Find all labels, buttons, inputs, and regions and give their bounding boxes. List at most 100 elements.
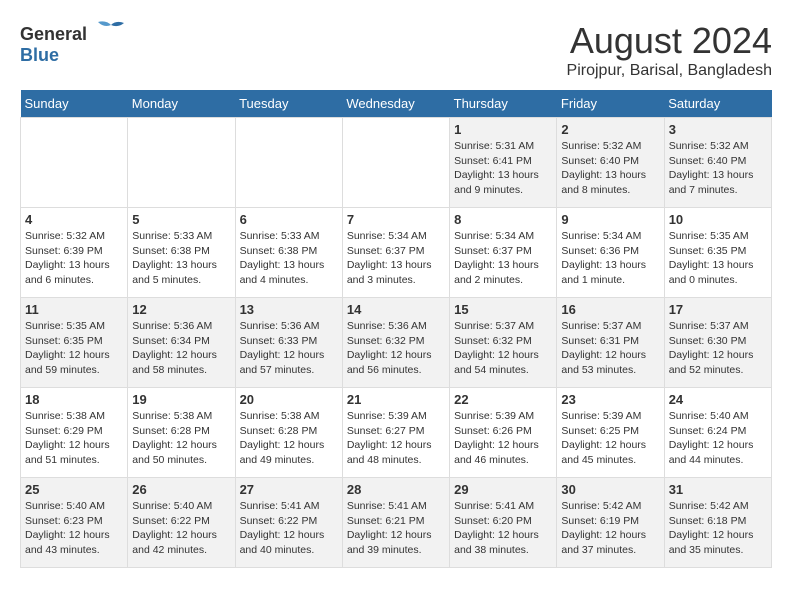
day-number: 4 <box>25 212 123 227</box>
calendar-header: SundayMondayTuesdayWednesdayThursdayFrid… <box>21 90 772 118</box>
day-number: 12 <box>132 302 230 317</box>
cell-content: Sunrise: 5:31 AM Sunset: 6:41 PM Dayligh… <box>454 139 552 198</box>
page-header: General Blue August 2024 Pirojpur, Baris… <box>20 20 772 80</box>
calendar-cell: 31Sunrise: 5:42 AM Sunset: 6:18 PM Dayli… <box>664 478 771 568</box>
cell-content: Sunrise: 5:42 AM Sunset: 6:19 PM Dayligh… <box>561 499 659 558</box>
calendar-cell: 9 Sunrise: 5:34 AM Sunset: 6:36 PM Daylig… <box>557 208 664 298</box>
header-wednesday: Wednesday <box>342 90 449 118</box>
cell-content: Sunrise: 5:37 AM Sunset: 6:31 PM Dayligh… <box>561 319 659 378</box>
day-number: 3 <box>669 122 767 137</box>
day-number: 28 <box>347 482 445 497</box>
logo-blue: Blue <box>20 45 59 65</box>
day-number: 8 <box>454 212 552 227</box>
calendar-table: SundayMondayTuesdayWednesdayThursdayFrid… <box>20 90 772 568</box>
cell-content: Sunrise: 5:41 AM Sunset: 6:20 PM Dayligh… <box>454 499 552 558</box>
header-monday: Monday <box>128 90 235 118</box>
calendar-cell: 20Sunrise: 5:38 AM Sunset: 6:28 PM Dayli… <box>235 388 342 478</box>
cell-content: Sunrise: 5:34 AM Sunset: 6:37 PM Dayligh… <box>454 229 552 288</box>
logo-text: General <box>20 20 126 45</box>
day-number: 1 <box>454 122 552 137</box>
day-number: 13 <box>240 302 338 317</box>
calendar-cell: 28 Sunrise: 5:41 AM Sunset: 6:21 PM Dayli… <box>342 478 449 568</box>
day-number: 11 <box>25 302 123 317</box>
calendar-cell: 8 Sunrise: 5:34 AM Sunset: 6:37 PM Daylig… <box>450 208 557 298</box>
cell-content: Sunrise: 5:38 AM Sunset: 6:29 PM Dayligh… <box>25 409 123 468</box>
calendar-cell: 21 Sunrise: 5:39 AM Sunset: 6:27 PM Dayli… <box>342 388 449 478</box>
header-saturday: Saturday <box>664 90 771 118</box>
cell-content: Sunrise: 5:32 AM Sunset: 6:40 PM Dayligh… <box>669 139 767 198</box>
day-number: 2 <box>561 122 659 137</box>
calendar-cell: 6 Sunrise: 5:33 AM Sunset: 6:38 PM Daylig… <box>235 208 342 298</box>
day-number: 10 <box>669 212 767 227</box>
calendar-cell: 23 Sunrise: 5:39 AM Sunset: 6:25 PM Dayli… <box>557 388 664 478</box>
cell-content: Sunrise: 5:42 AM Sunset: 6:18 PM Dayligh… <box>669 499 767 558</box>
cell-content: Sunrise: 5:37 AM Sunset: 6:30 PM Dayligh… <box>669 319 767 378</box>
calendar-cell: 10 Sunrise: 5:35 AM Sunset: 6:35 PM Dayli… <box>664 208 771 298</box>
cell-content: Sunrise: 5:35 AM Sunset: 6:35 PM Dayligh… <box>25 319 123 378</box>
cell-content: Sunrise: 5:36 AM Sunset: 6:34 PM Dayligh… <box>132 319 230 378</box>
day-number: 27 <box>240 482 338 497</box>
calendar-cell: 27 Sunrise: 5:41 AM Sunset: 6:22 PM Dayli… <box>235 478 342 568</box>
cell-content: Sunrise: 5:34 AM Sunset: 6:36 PM Dayligh… <box>561 229 659 288</box>
day-number: 14 <box>347 302 445 317</box>
calendar-cell: 30Sunrise: 5:42 AM Sunset: 6:19 PM Dayli… <box>557 478 664 568</box>
calendar-cell: 2Sunrise: 5:32 AM Sunset: 6:40 PM Daylig… <box>557 118 664 208</box>
day-number: 21 <box>347 392 445 407</box>
calendar-cell: 22 Sunrise: 5:39 AM Sunset: 6:26 PM Dayli… <box>450 388 557 478</box>
cell-content: Sunrise: 5:38 AM Sunset: 6:28 PM Dayligh… <box>132 409 230 468</box>
cell-content: Sunrise: 5:33 AM Sunset: 6:38 PM Dayligh… <box>132 229 230 288</box>
week-row-1: 4 Sunrise: 5:32 AM Sunset: 6:39 PM Daylig… <box>21 208 772 298</box>
calendar-cell: 12 Sunrise: 5:36 AM Sunset: 6:34 PM Dayli… <box>128 298 235 388</box>
logo-bird-icon <box>96 20 126 40</box>
cell-content: Sunrise: 5:41 AM Sunset: 6:22 PM Dayligh… <box>240 499 338 558</box>
calendar-cell: 29 Sunrise: 5:41 AM Sunset: 6:20 PM Dayli… <box>450 478 557 568</box>
cell-content: Sunrise: 5:40 AM Sunset: 6:23 PM Dayligh… <box>25 499 123 558</box>
calendar-cell: 25 Sunrise: 5:40 AM Sunset: 6:23 PM Dayli… <box>21 478 128 568</box>
day-number: 20 <box>240 392 338 407</box>
cell-content: Sunrise: 5:39 AM Sunset: 6:25 PM Dayligh… <box>561 409 659 468</box>
day-number: 26 <box>132 482 230 497</box>
header-row: SundayMondayTuesdayWednesdayThursdayFrid… <box>21 90 772 118</box>
cell-content: Sunrise: 5:37 AM Sunset: 6:32 PM Dayligh… <box>454 319 552 378</box>
calendar-cell: 7 Sunrise: 5:34 AM Sunset: 6:37 PM Daylig… <box>342 208 449 298</box>
day-number: 5 <box>132 212 230 227</box>
day-number: 25 <box>25 482 123 497</box>
cell-content: Sunrise: 5:39 AM Sunset: 6:26 PM Dayligh… <box>454 409 552 468</box>
title-block: August 2024 Pirojpur, Barisal, Banglades… <box>567 20 772 80</box>
cell-content: Sunrise: 5:36 AM Sunset: 6:32 PM Dayligh… <box>347 319 445 378</box>
day-number: 9 <box>561 212 659 227</box>
cell-content: Sunrise: 5:32 AM Sunset: 6:39 PM Dayligh… <box>25 229 123 288</box>
logo: General Blue <box>20 20 126 66</box>
calendar-cell <box>128 118 235 208</box>
day-number: 24 <box>669 392 767 407</box>
day-number: 16 <box>561 302 659 317</box>
calendar-cell: 18 Sunrise: 5:38 AM Sunset: 6:29 PM Dayli… <box>21 388 128 478</box>
cell-content: Sunrise: 5:34 AM Sunset: 6:37 PM Dayligh… <box>347 229 445 288</box>
day-number: 6 <box>240 212 338 227</box>
day-number: 18 <box>25 392 123 407</box>
header-sunday: Sunday <box>21 90 128 118</box>
calendar-cell: 24 Sunrise: 5:40 AM Sunset: 6:24 PM Dayli… <box>664 388 771 478</box>
week-row-4: 25 Sunrise: 5:40 AM Sunset: 6:23 PM Dayli… <box>21 478 772 568</box>
cell-content: Sunrise: 5:35 AM Sunset: 6:35 PM Dayligh… <box>669 229 767 288</box>
calendar-cell: 13 Sunrise: 5:36 AM Sunset: 6:33 PM Dayli… <box>235 298 342 388</box>
calendar-cell: 16 Sunrise: 5:37 AM Sunset: 6:31 PM Dayli… <box>557 298 664 388</box>
week-row-0: 1 Sunrise: 5:31 AM Sunset: 6:41 PM Daylig… <box>21 118 772 208</box>
calendar-cell: 17Sunrise: 5:37 AM Sunset: 6:30 PM Dayli… <box>664 298 771 388</box>
cell-content: Sunrise: 5:33 AM Sunset: 6:38 PM Dayligh… <box>240 229 338 288</box>
cell-content: Sunrise: 5:40 AM Sunset: 6:24 PM Dayligh… <box>669 409 767 468</box>
cell-content: Sunrise: 5:39 AM Sunset: 6:27 PM Dayligh… <box>347 409 445 468</box>
day-number: 29 <box>454 482 552 497</box>
calendar-cell <box>235 118 342 208</box>
calendar-cell <box>21 118 128 208</box>
day-number: 23 <box>561 392 659 407</box>
day-number: 7 <box>347 212 445 227</box>
calendar-cell: 15Sunrise: 5:37 AM Sunset: 6:32 PM Dayli… <box>450 298 557 388</box>
calendar-cell: 1 Sunrise: 5:31 AM Sunset: 6:41 PM Daylig… <box>450 118 557 208</box>
day-number: 22 <box>454 392 552 407</box>
cell-content: Sunrise: 5:36 AM Sunset: 6:33 PM Dayligh… <box>240 319 338 378</box>
cell-content: Sunrise: 5:41 AM Sunset: 6:21 PM Dayligh… <box>347 499 445 558</box>
calendar-cell: 11 Sunrise: 5:35 AM Sunset: 6:35 PM Dayli… <box>21 298 128 388</box>
cell-content: Sunrise: 5:40 AM Sunset: 6:22 PM Dayligh… <box>132 499 230 558</box>
header-friday: Friday <box>557 90 664 118</box>
